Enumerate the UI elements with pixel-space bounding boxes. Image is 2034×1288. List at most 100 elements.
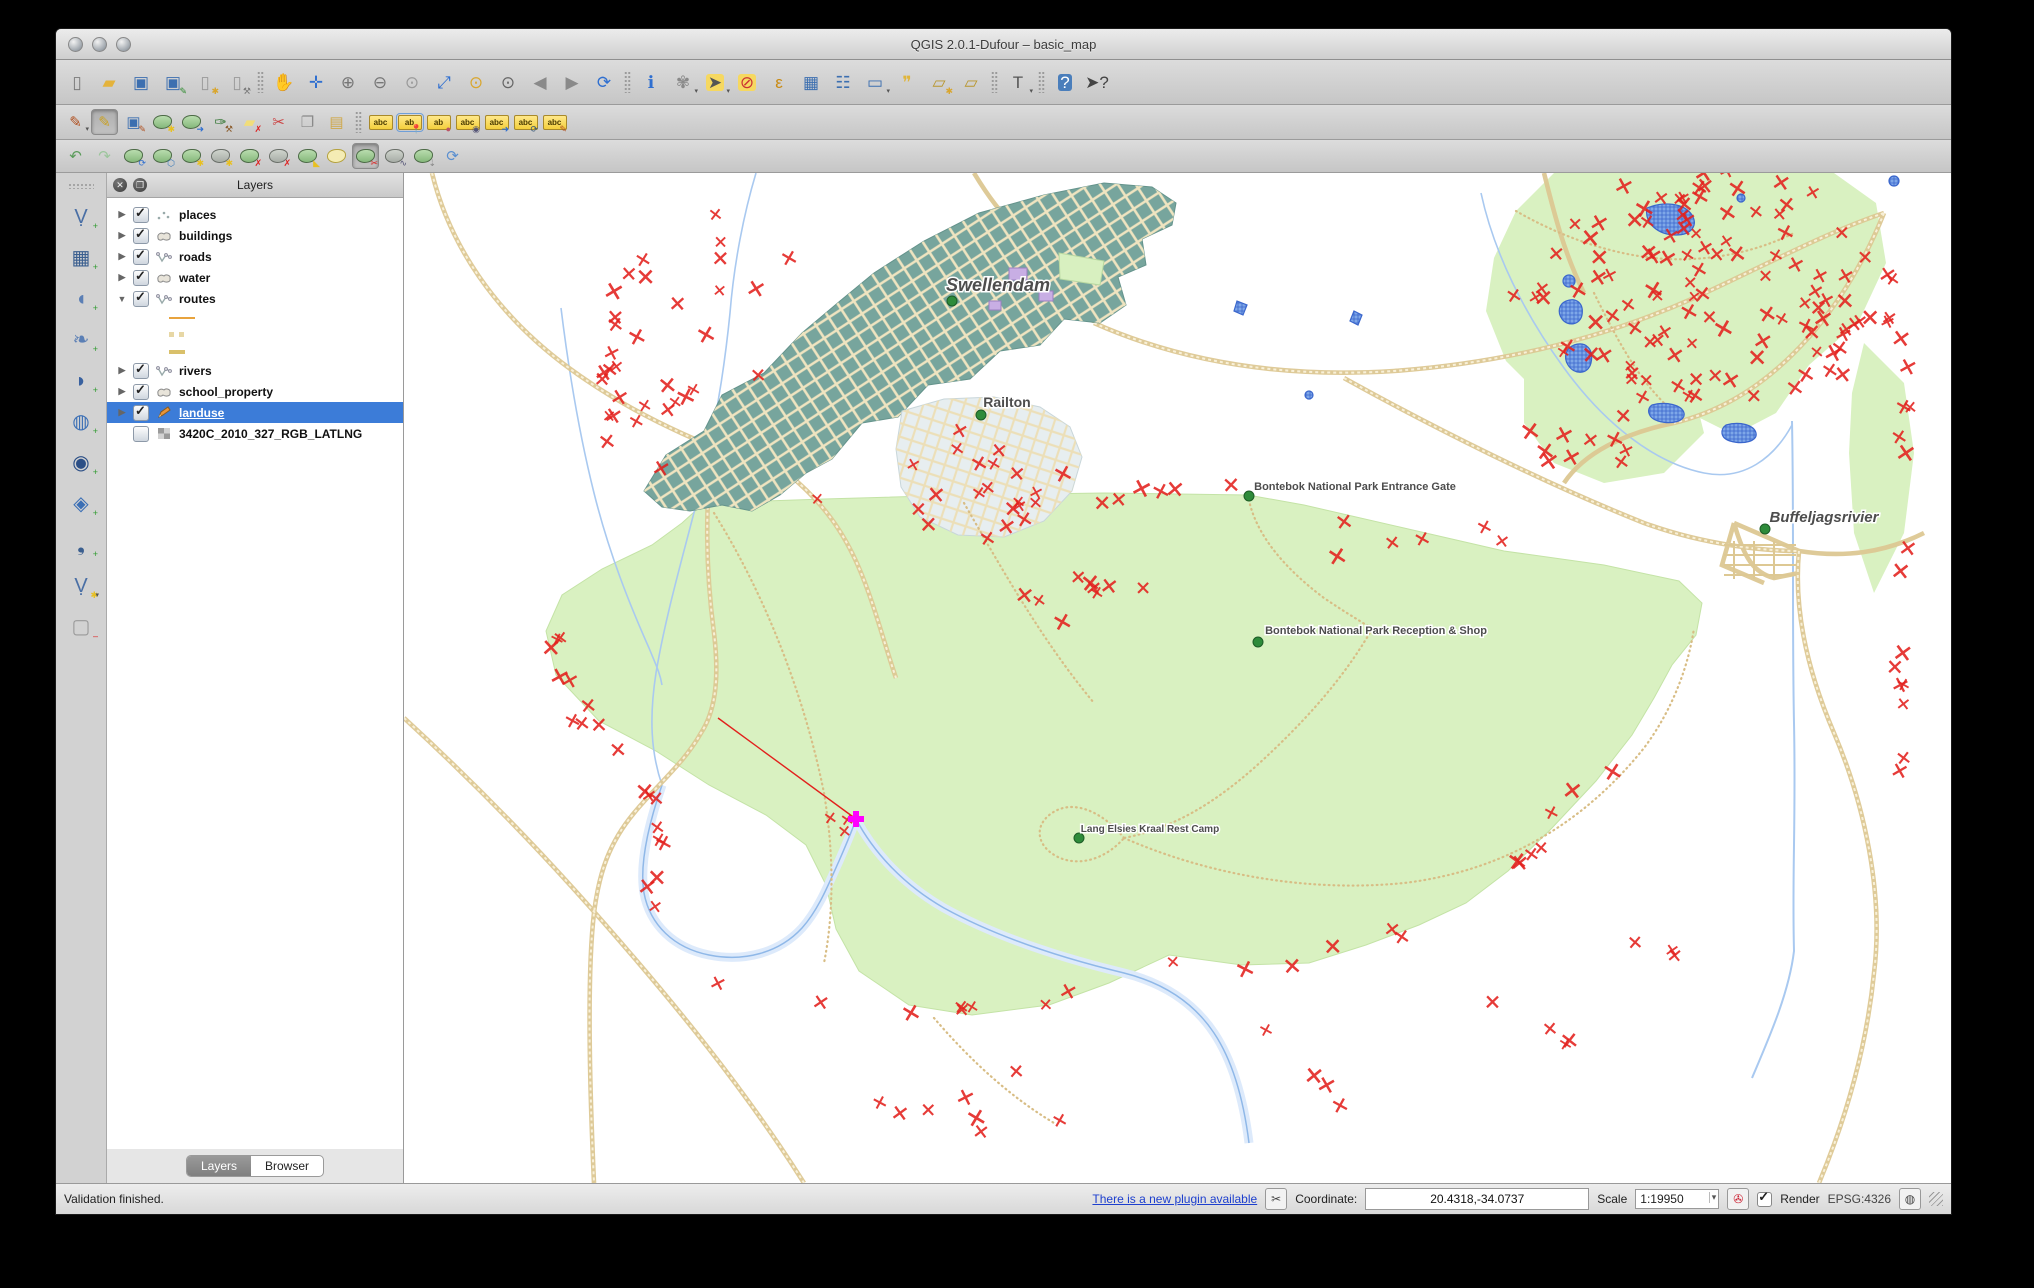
redo[interactable]: ↷: [91, 143, 118, 169]
whats-this[interactable]: ➤?: [1082, 67, 1112, 97]
pan-map-tool[interactable]: ✋: [269, 67, 299, 97]
text-annotation-dropdown-icon[interactable]: ▾: [1029, 87, 1033, 95]
zoom-next[interactable]: ▶: [557, 67, 587, 97]
measure-tool[interactable]: ▭ ▾: [860, 67, 890, 97]
layer-label[interactable]: places: [179, 208, 216, 222]
layer-label[interactable]: routes: [179, 292, 216, 306]
split-parts[interactable]: ∿: [381, 143, 408, 169]
rotate-point-symbols[interactable]: ⟳: [439, 143, 466, 169]
layer-visibility-checkbox[interactable]: [133, 382, 149, 400]
layer-item-3420c_2010_327_rgb_latlng[interactable]: 3420C_2010_327_RGB_LATLNG: [107, 423, 403, 444]
add-wfs-layer[interactable]: ◈ +: [63, 489, 99, 519]
layer-label[interactable]: roads: [179, 250, 212, 264]
layer-visibility-checkbox[interactable]: [133, 425, 149, 442]
zoom-out-tool[interactable]: ⊖: [365, 67, 395, 97]
node-tool[interactable]: ✑ ⚒: [207, 109, 234, 135]
panel-tab-layers[interactable]: Layers: [186, 1156, 251, 1176]
add-raster-layer[interactable]: ▦ +: [63, 243, 99, 273]
add-ring[interactable]: ✱: [178, 143, 205, 169]
save-project[interactable]: ▣: [126, 67, 156, 97]
copy-features[interactable]: ❐: [294, 109, 321, 135]
new-print-composer[interactable]: ▯ ✱: [190, 67, 220, 97]
layer-visibility-checkbox[interactable]: [133, 226, 149, 244]
undo[interactable]: ↶: [62, 143, 89, 169]
layer-label[interactable]: rivers: [179, 364, 212, 378]
rotate-label[interactable]: abc ⟳: [512, 109, 539, 135]
add-part[interactable]: ✱: [207, 143, 234, 169]
zoom-to-selection[interactable]: ⊙: [461, 67, 491, 97]
select-by-expression[interactable]: ε: [764, 67, 794, 97]
run-feature-action-dropdown-icon[interactable]: ▾: [694, 87, 698, 95]
plugin-available-link[interactable]: There is a new plugin available: [1092, 1192, 1257, 1206]
current-edits[interactable]: ✎ ▾: [62, 109, 89, 135]
text-annotation[interactable]: T ▾: [1003, 67, 1033, 97]
measure-tool-dropdown-icon[interactable]: ▾: [886, 87, 890, 95]
add-feature[interactable]: ✱: [149, 109, 176, 135]
paste-features[interactable]: ▤: [323, 109, 350, 135]
layer-label[interactable]: 3420C_2010_327_RGB_LATLNG: [179, 427, 362, 441]
remove-layer[interactable]: ▢ –: [63, 612, 99, 642]
title-bar[interactable]: QGIS 2.0.1-Dufour – basic_map: [56, 29, 1951, 60]
layer-item-water[interactable]: ▶ water: [107, 267, 403, 288]
delete-part[interactable]: ✗: [265, 143, 292, 169]
toolbar-grip[interactable]: [68, 183, 94, 189]
move-feature[interactable]: ➜: [178, 109, 205, 135]
split-features[interactable]: ✂: [352, 143, 379, 169]
identify-features[interactable]: ℹ: [636, 67, 666, 97]
reshape-features[interactable]: ◣: [294, 143, 321, 169]
select-features[interactable]: ➤ ▾: [700, 67, 730, 97]
zoom-to-layer[interactable]: ⊙: [493, 67, 523, 97]
pan-to-selection[interactable]: ✛: [301, 67, 331, 97]
offset-curve[interactable]: [323, 143, 350, 169]
deselect-features[interactable]: ⊘: [732, 67, 762, 97]
layer-label[interactable]: school_property: [179, 385, 273, 399]
zoom-in-tool[interactable]: ⊕: [333, 67, 363, 97]
open-attribute-table[interactable]: ▦: [796, 67, 826, 97]
new-bookmark[interactable]: ▱ ✱: [924, 67, 954, 97]
add-delimited-text-layer[interactable]: ❟ +: [63, 530, 99, 560]
layer-item-places[interactable]: ▶ places: [107, 204, 403, 225]
coordinate-input[interactable]: [1365, 1188, 1590, 1210]
layer-item-roads[interactable]: ▶ roads: [107, 246, 403, 267]
new-shapefile-layer-dropdown-icon[interactable]: ▾: [95, 591, 99, 599]
layer-item-school_property[interactable]: ▶ school_property: [107, 381, 403, 402]
layer-expand-arrow[interactable]: ▶: [117, 272, 127, 283]
toggle-editing[interactable]: ✎: [91, 109, 118, 135]
merge-selected-features[interactable]: ⇣: [410, 143, 437, 169]
layer-item-buildings[interactable]: ▶ buildings: [107, 225, 403, 246]
layer-label[interactable]: landuse: [179, 406, 224, 420]
layer-expand-arrow[interactable]: ▼: [117, 294, 127, 304]
map-tips[interactable]: ❞: [892, 67, 922, 97]
layer-expand-arrow[interactable]: ▶: [117, 251, 127, 262]
help-contents[interactable]: ?: [1050, 67, 1080, 97]
current-edits-dropdown-icon[interactable]: ▾: [85, 125, 89, 133]
statistical-summary[interactable]: ☷: [828, 67, 858, 97]
save-layer-edits[interactable]: ▣ ✎: [120, 109, 147, 135]
add-wms-layer[interactable]: ◍ +: [63, 407, 99, 437]
pin-labels[interactable]: ab 📍: [395, 109, 424, 135]
scale-combo[interactable]: 1:19950: [1635, 1189, 1720, 1209]
fill-ring[interactable]: ✗: [236, 143, 263, 169]
render-checkbox[interactable]: [1757, 1189, 1773, 1207]
show-hide-labels[interactable]: abc ◉: [454, 109, 481, 135]
new-project[interactable]: ▯: [62, 67, 92, 97]
add-wcs-layer[interactable]: ◉ +: [63, 448, 99, 478]
save-project-as[interactable]: ▣ ✎: [158, 67, 188, 97]
layer-visibility-checkbox[interactable]: [133, 205, 149, 223]
rotate-feature[interactable]: ⟳: [120, 143, 147, 169]
add-postgis-layer[interactable]: ◖ +: [63, 284, 99, 314]
crs-status-icon[interactable]: ◍: [1899, 1188, 1921, 1210]
stop-render-icon[interactable]: ✇: [1727, 1188, 1750, 1210]
change-label-properties[interactable]: abc ✎: [541, 109, 568, 135]
plugin-icon[interactable]: ✂: [1265, 1188, 1288, 1210]
zoom-native[interactable]: ⊙: [397, 67, 427, 97]
simplify-feature[interactable]: ⬡: [149, 143, 176, 169]
composer-manager[interactable]: ▯ ⚒: [222, 67, 252, 97]
select-features-dropdown-icon[interactable]: ▾: [726, 87, 730, 95]
panel-tab-browser[interactable]: Browser: [251, 1156, 323, 1176]
new-shapefile-layer[interactable]: Ṿ ✱ ▾: [63, 571, 99, 601]
unpin-labels[interactable]: ab ●: [425, 109, 452, 135]
move-label[interactable]: abc ➜: [483, 109, 510, 135]
map-canvas[interactable]: Swellendam Railton Bontebok National Park …: [404, 173, 1951, 1183]
layer-visibility-checkbox[interactable]: [133, 403, 149, 421]
